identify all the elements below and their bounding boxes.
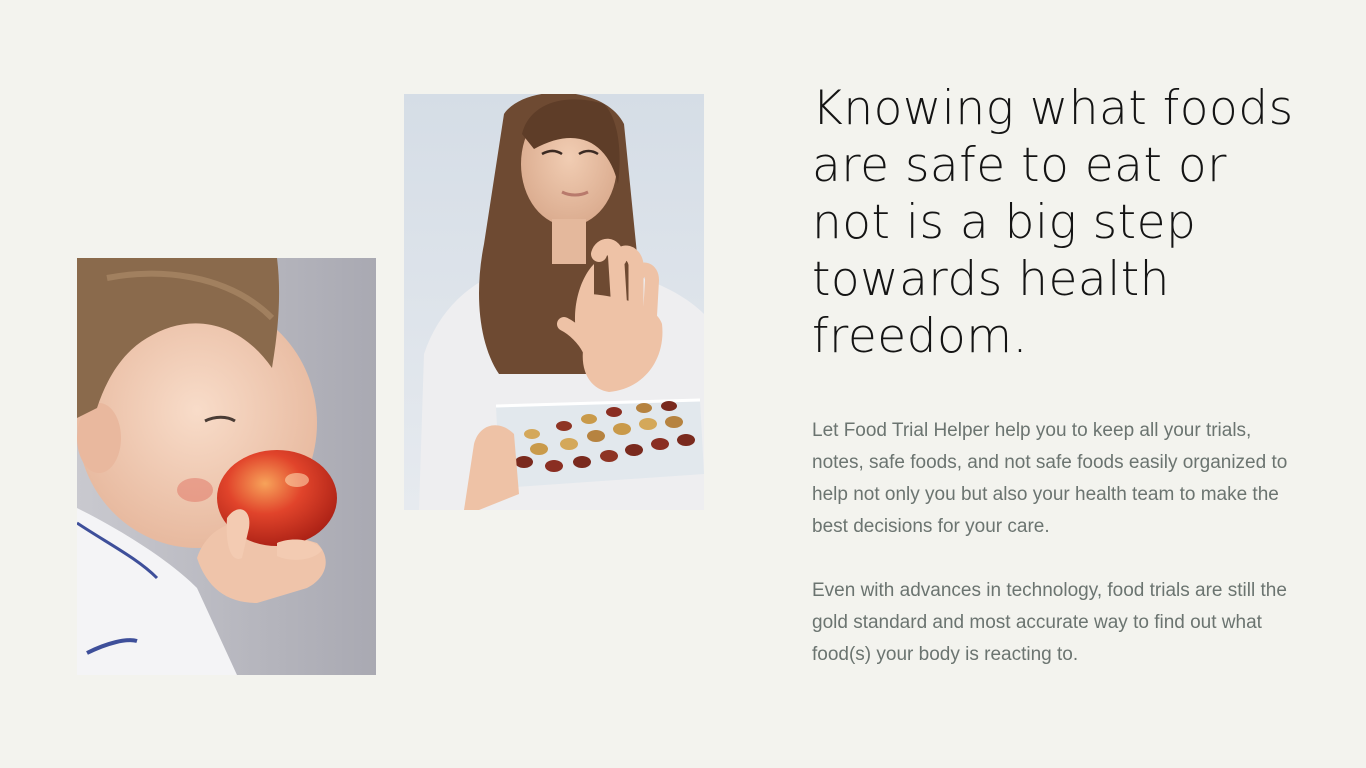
child-eating-apple-graphic xyxy=(77,258,376,675)
child-eating-apple-image xyxy=(77,258,376,675)
woman-refusing-nuts-image xyxy=(404,94,704,510)
content-column: Knowing what foods are safe to eat or no… xyxy=(812,80,1312,671)
woman-refusing-nuts-graphic xyxy=(404,94,704,510)
technology-paragraph: Even with advances in technology, food t… xyxy=(812,580,1287,665)
intro-paragraph: Let Food Trial Helper help you to keep a… xyxy=(812,420,1288,537)
headline: Knowing what foods are safe to eat or no… xyxy=(812,81,1294,364)
